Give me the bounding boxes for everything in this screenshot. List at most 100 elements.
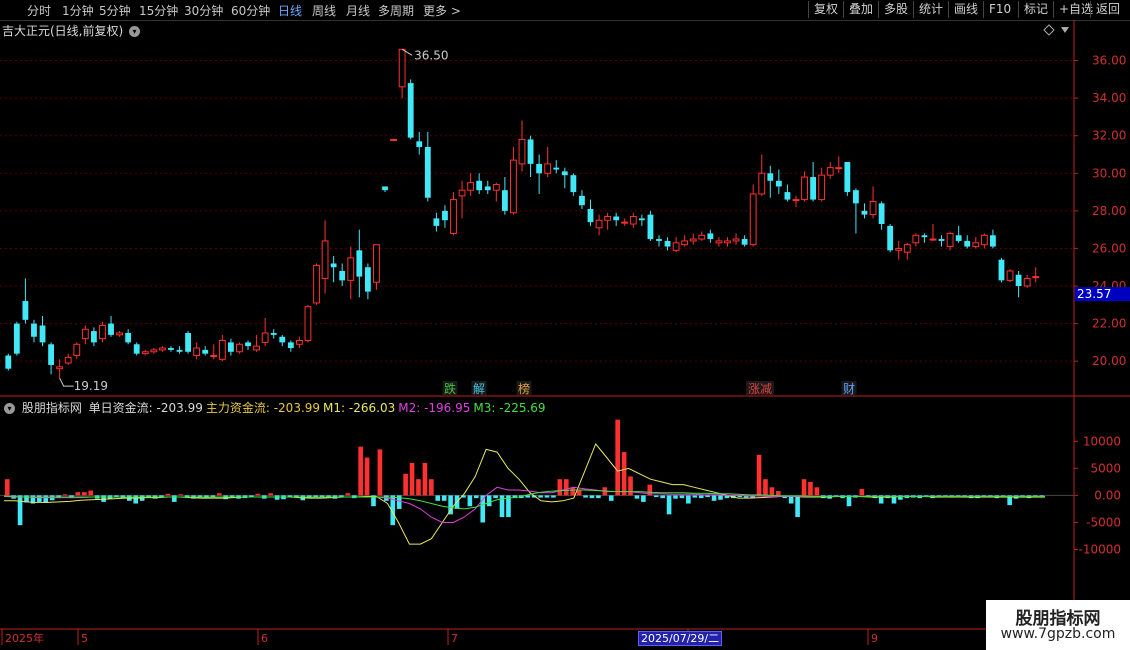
candle-body (398, 48, 406, 88)
candle-body (664, 240, 671, 247)
flow-bar (615, 419, 620, 496)
candle-body (1015, 274, 1022, 287)
candle-body (638, 218, 645, 221)
candle-body (108, 323, 114, 335)
candle-body (450, 199, 457, 234)
flow-bar (557, 479, 563, 496)
candle-body (158, 347, 166, 351)
candle-body (13, 323, 20, 354)
flow-bar (679, 495, 685, 499)
candle-body (844, 162, 851, 193)
flow-bar (17, 495, 23, 526)
m2-line (3, 486, 1045, 523)
candle-body (989, 235, 996, 247)
price-tick-label-0: 20.00 (1092, 354, 1126, 368)
candle-body (270, 332, 277, 335)
candle-body (236, 343, 243, 353)
m1-line (4, 443, 1045, 545)
candle-body (929, 238, 937, 241)
candle-body (732, 238, 740, 242)
time-label-3: 7 (451, 632, 458, 645)
candle-body (724, 240, 731, 244)
candle-body (758, 172, 766, 195)
flow-bar (692, 495, 698, 498)
candle-body (1032, 276, 1040, 279)
flow-bar (416, 479, 421, 496)
flow-bar (608, 495, 614, 501)
flow-bar (705, 495, 710, 498)
candle-body (313, 264, 320, 304)
chart-area: 20.0022.0024.0026.0028.0030.0032.0034.00… (0, 20, 1130, 645)
candle-body (835, 167, 843, 170)
flow-bar (621, 452, 627, 496)
flow-bar (846, 495, 852, 507)
candle-body (245, 342, 251, 347)
candle-body (715, 240, 723, 244)
indicator-legend: ▾ 股朋指标网 单日资金流: -203.99 主力资金流: -203.99 M1: … (2, 399, 552, 416)
flow-bar (711, 495, 717, 501)
candle-body (853, 190, 859, 204)
candle-body (955, 235, 962, 241)
high-label: 36.50 (414, 48, 448, 62)
candle-body (295, 340, 303, 345)
flow-bar (274, 495, 280, 500)
legend-item-0: 单日资金流: -203.99 (88, 401, 203, 415)
candle-body (698, 234, 706, 240)
flow-bar (763, 479, 768, 496)
candle-body (176, 349, 183, 352)
flow-bar (409, 462, 415, 496)
candle-body (604, 216, 612, 221)
low-label: 19.19 (74, 379, 108, 393)
candle-body (382, 186, 388, 191)
price-tick-label-1: 22.00 (1092, 317, 1126, 331)
m3-line (3, 489, 1045, 510)
event-tag-2: 榜 (518, 381, 530, 396)
flow-bar (776, 491, 781, 496)
candle-body (73, 343, 81, 357)
candle-body (356, 250, 363, 277)
flow-bar (75, 492, 81, 496)
price-tick-label-6: 32.00 (1092, 129, 1126, 143)
flow-bar (634, 495, 640, 499)
event-tag-4: 财 (843, 382, 855, 396)
flow-tick-label-3: -5000 (1086, 515, 1121, 529)
candle-body (527, 139, 534, 164)
candle-body (373, 244, 380, 283)
flow-bar (570, 487, 576, 496)
candle-body (261, 332, 269, 343)
candle-body (253, 345, 260, 351)
candle-body (707, 233, 714, 240)
flow-tick-label-4: -10000 (1078, 543, 1121, 557)
candle-body (484, 186, 491, 191)
flow-bar (673, 495, 678, 499)
flow-bar (666, 495, 672, 515)
flow-bar (171, 495, 177, 502)
legend-item-1: 主力资金流: -203.99 (205, 401, 321, 415)
candle-body (467, 182, 475, 191)
flow-bar (268, 493, 273, 496)
candle-body (861, 210, 868, 215)
chevron-down-icon[interactable]: ▾ (4, 403, 15, 414)
flow-bar (82, 492, 87, 496)
flow-bar (435, 495, 441, 501)
candle-body (518, 138, 526, 165)
price-tick-label-7: 34.00 (1092, 91, 1126, 105)
candle-body (946, 232, 954, 248)
candle-body (416, 141, 423, 147)
flow-bar (4, 479, 10, 496)
candle-body (912, 234, 920, 244)
flow-bar (473, 495, 479, 499)
flow-bar (377, 449, 383, 496)
flow-bar (583, 495, 588, 498)
candle-body (116, 332, 123, 336)
candle-body (339, 270, 346, 281)
flow-bar (62, 494, 68, 496)
candle-body (980, 234, 988, 246)
flow-bar (596, 495, 601, 499)
flow-bar (686, 495, 691, 504)
flow-bar (589, 495, 595, 499)
candle-body (5, 355, 12, 369)
candle-body (510, 159, 517, 214)
candle-body (613, 216, 620, 221)
candle-body (767, 173, 774, 181)
